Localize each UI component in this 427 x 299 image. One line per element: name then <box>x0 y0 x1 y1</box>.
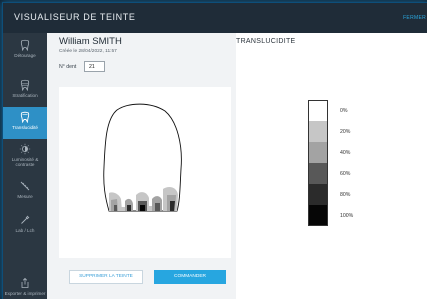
legend-swatch <box>308 163 328 184</box>
order-button[interactable]: COMMANDER <box>154 270 226 284</box>
delete-shade-button[interactable]: SUPPRIMER LA TEINTE <box>69 270 143 284</box>
legend-label: 80% <box>340 192 351 198</box>
sidebar-item-mesure[interactable]: Mesure <box>3 176 47 208</box>
tooth-outline-icon <box>20 39 30 51</box>
brightness-icon <box>19 143 31 155</box>
legend-label: 40% <box>340 150 351 156</box>
creation-date: Créée le 28/04/2022, 11:57 <box>59 49 117 54</box>
tooth-number-label: N° dent <box>59 64 77 70</box>
tooth-number-row: N° dent 21 <box>59 61 105 72</box>
sidebar-item-label: Mesure <box>17 194 33 199</box>
sidebar: Détourage Stratification Translucidité L… <box>3 33 47 299</box>
tooth-translucency-icon <box>20 111 30 123</box>
shade-viewer-window: VISUALISEUR DE TEINTE FERMER Détourage S… <box>3 3 427 299</box>
ruler-icon <box>20 181 30 191</box>
color-picker-icon <box>21 215 30 224</box>
export-icon <box>21 277 29 288</box>
sidebar-item-lab-lch[interactable]: Lab / Lch <box>3 210 47 242</box>
sidebar-item-label: Lab / Lch <box>15 228 35 233</box>
layers-tooth-icon <box>20 79 30 91</box>
legend-label: 60% <box>340 171 351 177</box>
sidebar-item-label: Luminosité & contraste <box>11 157 39 168</box>
patient-header: William SMITH Créée le 28/04/2022, 11:57 <box>59 36 122 54</box>
sidebar-item-label: Exporter & imprimer <box>4 291 46 296</box>
sidebar-item-export[interactable]: Exporter & imprimer <box>3 273 47 299</box>
legend-label: 0% <box>340 108 348 114</box>
translucency-panel: TRANSLUCIDITE 0% 20% 40% 60% 80% 100% <box>236 33 427 299</box>
tooth-translucency-map <box>103 103 182 212</box>
app-title: VISUALISEUR DE TEINTE <box>14 12 136 22</box>
sidebar-item-luminosite[interactable]: Luminosité & contraste <box>3 139 47 171</box>
translucency-title: TRANSLUCIDITE <box>236 38 296 45</box>
legend-swatch <box>308 121 328 142</box>
legend-swatch <box>308 205 328 226</box>
patient-name: William SMITH <box>59 36 122 47</box>
legend-swatch <box>308 100 328 121</box>
sidebar-item-stratification[interactable]: Stratification <box>3 75 47 107</box>
legend-label: 100% <box>340 213 354 219</box>
legend-label: 20% <box>340 129 351 135</box>
title-bar: VISUALISEUR DE TEINTE FERMER <box>3 3 427 33</box>
sidebar-item-detourage[interactable]: Détourage <box>3 35 47 67</box>
sidebar-item-translucidite[interactable]: Translucidité <box>3 107 47 139</box>
legend-swatch <box>308 184 328 205</box>
close-button[interactable]: FERMER <box>403 15 426 21</box>
sidebar-item-label: Translucidité <box>12 125 38 130</box>
sidebar-item-label: Stratification <box>12 93 38 98</box>
legend-swatch <box>308 142 328 163</box>
tooth-number-input[interactable]: 21 <box>84 61 105 72</box>
sidebar-item-label: Détourage <box>14 53 36 58</box>
tooth-canvas[interactable] <box>59 87 231 258</box>
